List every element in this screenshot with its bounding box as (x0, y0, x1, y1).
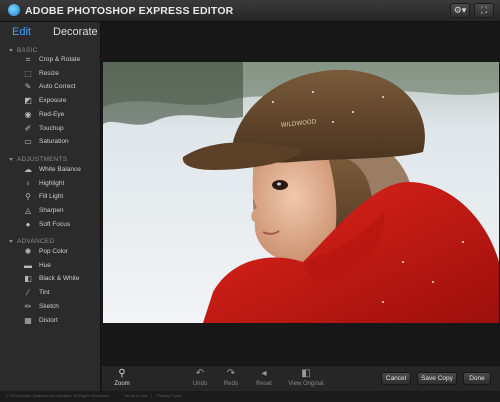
tool-exposure[interactable]: ◩ Exposure (0, 96, 100, 109)
chevron-down-icon (9, 239, 13, 243)
redo-label: Redo (223, 381, 239, 387)
view-original-icon: ◧ (301, 368, 311, 379)
fullscreen-icon[interactable]: ⛶ (474, 3, 494, 18)
tool-saturation[interactable]: ▭ Saturation (0, 137, 100, 150)
sketch-icon: ✏ (24, 301, 32, 311)
tool-auto-correct[interactable]: ✎ Auto Correct (0, 82, 100, 95)
reset-icon: ◂ (261, 368, 267, 379)
section-advanced-label: ADVANCED (17, 238, 55, 245)
tool-label: Pop Color (39, 248, 68, 255)
tool-touchup[interactable]: ✐ Touchup (0, 124, 100, 137)
tool-label: Black & White (39, 275, 80, 283)
hue-icon: ▬ (24, 260, 32, 270)
tool-fill-light[interactable]: ⚲ Fill Light (0, 192, 100, 205)
terms-link[interactable]: Terms of Use (124, 393, 148, 398)
auto-correct-icon: ✎ (24, 82, 32, 92)
red-eye-icon: ◉ (24, 109, 32, 119)
redo-icon: ↷ (226, 368, 236, 379)
undo-label: Undo (192, 381, 208, 387)
tool-label: Saturation (39, 138, 69, 146)
tool-label: Tint (39, 289, 50, 297)
black-white-icon: ◧ (24, 274, 32, 284)
view-original-button[interactable]: ◧ View Original (286, 368, 326, 388)
section-basic-label: BASIC (17, 47, 38, 54)
exposure-icon: ◩ (24, 96, 32, 106)
tool-label: Crop & Rotate (39, 56, 81, 63)
distort-icon: ▦ (24, 315, 32, 325)
tool-label: Sharpen (39, 207, 64, 215)
tool-label: Resize (39, 69, 59, 77)
footer-separator: | (151, 393, 153, 398)
tool-hue[interactable]: ▬ Hue (0, 261, 100, 274)
tool-sketch[interactable]: ✏ Sketch (0, 302, 100, 315)
soft-focus-icon: ● (25, 219, 31, 229)
photo-image: WILDWOOD (103, 62, 499, 323)
bottom-toolbar: ⚲ Zoom ↶ Undo ↷ Redo ◂ Reset ◧ View Orig… (102, 365, 500, 391)
view-original-label: View Original (288, 381, 324, 387)
tool-black-white[interactable]: ◧ Black & White (0, 274, 100, 287)
tool-label: Auto Correct (39, 83, 76, 91)
done-button[interactable]: Done (463, 372, 491, 385)
tool-highlight[interactable]: ♀ Highlight (0, 179, 100, 192)
highlight-icon: ♀ (25, 178, 31, 188)
undo-button[interactable]: ↶ Undo (189, 368, 211, 388)
zoom-button[interactable]: ⚲ Zoom (110, 368, 134, 388)
tool-distort[interactable]: ▦ Distort (0, 316, 100, 329)
touchup-icon: ✐ (24, 123, 32, 133)
section-adjustments-label: ADJUSTMENTS (17, 156, 68, 163)
sharpen-icon: ◬ (24, 206, 32, 216)
redo-button[interactable]: ↷ Redo (220, 368, 242, 388)
tool-label: White Balance (39, 166, 81, 173)
tool-soft-focus[interactable]: ● Soft Focus (0, 220, 100, 233)
tool-label: Highlight (39, 179, 65, 187)
zoom-label: Zoom (114, 381, 130, 387)
pop-color-icon: ✺ (24, 247, 32, 256)
zoom-icon: ⚲ (118, 368, 126, 379)
tool-white-balance[interactable]: ☁ White Balance (0, 165, 100, 178)
tool-sharpen[interactable]: ◬ Sharpen (0, 206, 100, 219)
tool-label: Red-Eye (39, 110, 65, 118)
title-bar: ADOBE PHOTOSHOP EXPRESS EDITOR ⚙▾ ⛶ (0, 0, 500, 22)
chevron-down-icon (9, 157, 13, 161)
gear-icon[interactable]: ⚙▾ (450, 3, 470, 18)
section-adjustments[interactable]: ADJUSTMENTS (9, 156, 67, 163)
reset-label: Reset (256, 381, 272, 387)
app-title: ADOBE PHOTOSHOP EXPRESS EDITOR (25, 5, 234, 17)
resize-icon: ⬚ (24, 68, 32, 78)
reset-button[interactable]: ◂ Reset (252, 368, 276, 388)
tint-icon: ⁄ (27, 288, 29, 298)
saturation-icon: ▭ (24, 137, 32, 147)
app-logo-icon (8, 4, 20, 16)
tool-pop-color[interactable]: ✺ Pop Color (0, 247, 100, 260)
copyright-text: © 2008 Adobe Systems Incorporated. All R… (6, 393, 110, 398)
tool-label: Soft Focus (39, 220, 71, 228)
tool-label: Sketch (39, 302, 59, 310)
fill-light-icon: ⚲ (25, 192, 31, 202)
edited-photo[interactable]: WILDWOOD (103, 62, 499, 323)
white-balance-icon: ☁ (24, 165, 32, 174)
tool-label: Fill Light (39, 193, 64, 201)
tool-label: Exposure (39, 97, 67, 105)
image-canvas[interactable]: WILDWOOD (102, 22, 500, 365)
tool-label: Distort (39, 316, 58, 324)
tool-label: Hue (39, 261, 51, 269)
save-copy-button[interactable]: Save Copy (417, 372, 457, 385)
crop-icon: ⌗ (25, 55, 31, 64)
cancel-button[interactable]: Cancel (381, 372, 411, 385)
undo-icon: ↶ (195, 368, 205, 379)
tool-label: Touchup (39, 124, 64, 132)
tool-resize[interactable]: ⬚ Resize (0, 69, 100, 82)
mode-tabs: Edit Decorate (0, 22, 101, 44)
chevron-down-icon (9, 48, 13, 52)
footer: © 2008 Adobe Systems Incorporated. All R… (0, 391, 500, 402)
tool-sidebar: Edit Decorate BASIC ⌗ Crop & Rotate ⬚ Resiz… (0, 22, 101, 402)
tab-decorate[interactable]: Decorate (53, 26, 98, 38)
tab-edit[interactable]: Edit (12, 26, 31, 38)
privacy-link[interactable]: Privacy Policy (157, 393, 182, 398)
tool-red-eye[interactable]: ◉ Red-Eye (0, 110, 100, 123)
tool-tint[interactable]: ⁄ Tint (0, 288, 100, 301)
section-advanced[interactable]: ADVANCED (9, 238, 54, 245)
section-basic[interactable]: BASIC (9, 47, 38, 54)
tool-crop-rotate[interactable]: ⌗ Crop & Rotate (0, 55, 100, 68)
